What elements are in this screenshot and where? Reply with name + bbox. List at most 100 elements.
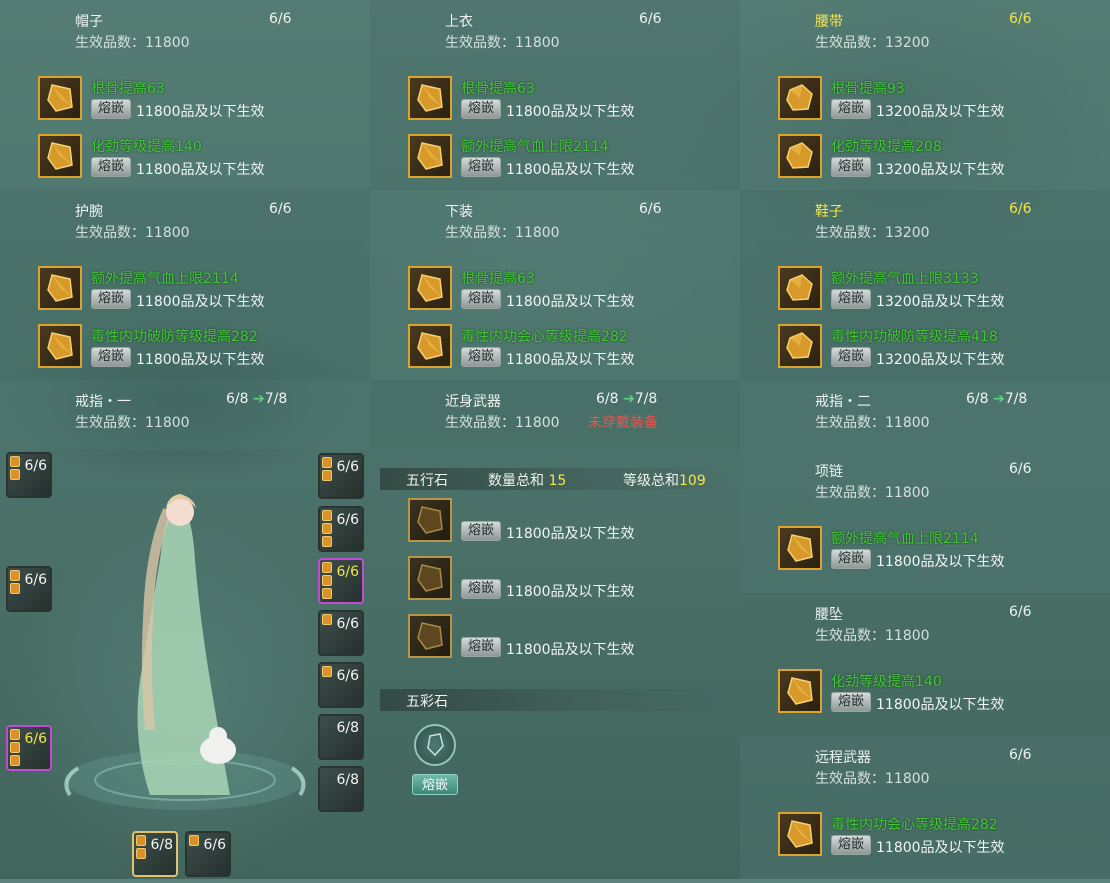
panel-effective-grade: 生效品数：11800 [815,485,930,501]
panel-title: 护腕 [75,204,103,220]
inlay-button[interactable]: 熔嵌 [91,289,131,309]
panel-count: 6/6 [1009,201,1032,217]
equip-slot[interactable]: 6/6 [6,725,52,771]
inlay-button[interactable]: 熔嵌 [91,157,131,177]
panel-title: 近身武器 [445,394,501,410]
gem-icon[interactable] [778,812,822,856]
wuxing-stone-icon[interactable] [408,614,452,658]
inlay-button[interactable]: 熔嵌 [461,637,501,657]
equip-slot[interactable]: 6/8 [318,766,364,812]
inlay-button[interactable]: 熔嵌 [461,289,501,309]
count-current: 6/8 [966,391,989,407]
panel-effective-grade: 生效品数：11800 [445,35,560,51]
gem-row: 毒性内功会心等级提高282 熔嵌 11800品及以下生效 [778,812,1108,862]
equip-panel-belt: 腰带 6/6 生效品数：13200 根骨提高93 熔嵌 13200品及以下生效 … [740,0,1110,190]
inlay-button[interactable]: 熔嵌 [461,99,501,119]
gem-row: 根骨提高63 熔嵌 11800品及以下生效 [38,76,368,126]
arrow-right-icon: ➔ [992,391,1005,407]
equip-slot[interactable]: 6/8 [132,831,178,877]
ring-one-header: 戒指・一 6/8 ➔7/8 生效品数：11800 [0,380,370,450]
gem-pips [322,666,332,679]
panel-title: 帽子 [75,14,103,30]
inlay-button[interactable]: 熔嵌 [831,347,871,367]
gem-effect-text: 11800品及以下生效 [506,352,635,368]
gem-row: 额外提高气血上限2114 熔嵌 11800品及以下生效 [408,134,738,184]
equip-slot[interactable]: 6/6 [318,453,364,499]
gem-icon[interactable] [408,134,452,178]
wucai-inlay-button[interactable]: 熔嵌 [412,774,458,795]
gem-icon[interactable] [778,526,822,570]
gem-row: 额外提高气血上限2114 熔嵌 11800品及以下生效 [38,266,368,316]
gem-name: 毒性内功会心等级提高282 [831,817,998,833]
inlay-button[interactable]: 熔嵌 [831,549,871,569]
equip-slot[interactable]: 6/6 [318,506,364,552]
panel-title: 下装 [445,204,473,220]
inlay-button[interactable]: 熔嵌 [461,157,501,177]
panel-count: 6/6 [1009,604,1032,620]
inlay-button[interactable]: 熔嵌 [91,99,131,119]
gem-pips [189,835,199,848]
inlay-button[interactable]: 熔嵌 [461,521,501,541]
inlay-button[interactable]: 熔嵌 [831,157,871,177]
equip-slot[interactable]: 6/6 [318,558,364,604]
panel-count: 6/6 [1009,11,1032,27]
not-equipped-warning: 未穿戴装备 [588,415,658,431]
panel-effective-grade: 生效品数：11800 [445,225,560,241]
count-next: 7/8 [1004,391,1028,407]
gem-icon[interactable] [778,266,822,310]
equip-slot[interactable]: 6/6 [185,831,231,877]
gem-icon[interactable] [38,134,82,178]
gem-effect-text: 11800品及以下生效 [506,526,635,542]
wucai-socket-icon[interactable] [414,724,456,766]
gem-name: 毒性内功会心等级提高282 [461,329,628,345]
gem-icon[interactable] [778,134,822,178]
gem-pips [322,510,332,549]
equip-slot[interactable]: 6/6 [6,566,52,612]
inlay-button[interactable]: 熔嵌 [831,835,871,855]
gem-icon[interactable] [778,324,822,368]
slot-count: 6/6 [336,459,359,475]
panel-title: 上衣 [445,14,473,30]
inlay-button[interactable]: 熔嵌 [831,99,871,119]
count-next: 7/8 [634,391,658,407]
count-next: 7/8 [264,391,288,407]
wuxing-stone-icon[interactable] [408,556,452,600]
panel-count: 6/6 [639,11,662,27]
equip-slot[interactable]: 6/8 [318,714,364,760]
gem-icon[interactable] [408,324,452,368]
melee-slot-count: 6/8 ➔7/8 [596,391,657,407]
panel-effective-grade: 生效品数：11800 [815,628,930,644]
slot-count: 6/8 [336,772,359,788]
equip-panel-hat: 帽子 6/6 生效品数：11800 根骨提高63 熔嵌 11800品及以下生效 … [0,0,370,190]
gem-effect-text: 11800品及以下生效 [876,554,1005,570]
inlay-button[interactable]: 熔嵌 [831,692,871,712]
inlay-button[interactable]: 熔嵌 [91,347,131,367]
slot-count: 6/6 [24,458,47,474]
inlay-button[interactable]: 熔嵌 [461,579,501,599]
gem-effect-text: 11800品及以下生效 [876,697,1005,713]
gem-pips [10,729,20,768]
panel-effective-grade: 生效品数：13200 [815,35,930,51]
gem-name: 根骨提高93 [831,81,905,97]
gem-name: 额外提高气血上限2114 [461,139,609,155]
gem-icon[interactable] [408,76,452,120]
gem-effect-text: 13200品及以下生效 [876,104,1005,120]
gem-row: 根骨提高63 熔嵌 11800品及以下生效 [408,266,738,316]
panel-title: 戒指・二 [815,394,871,410]
equip-slot[interactable]: 6/6 [318,610,364,656]
gem-effect-text: 11800品及以下生效 [136,352,265,368]
gem-icon[interactable] [38,266,82,310]
slot-count: 6/8 [150,837,173,853]
gem-effect-text: 13200品及以下生效 [876,162,1005,178]
gem-icon[interactable] [38,76,82,120]
wuxing-stone-icon[interactable] [408,498,452,542]
gem-icon[interactable] [778,669,822,713]
gem-icon[interactable] [38,324,82,368]
inlay-button[interactable]: 熔嵌 [461,347,501,367]
wuxing-row: 熔嵌 11800品及以下生效 [408,498,738,548]
inlay-button[interactable]: 熔嵌 [831,289,871,309]
gem-icon[interactable] [408,266,452,310]
equip-slot[interactable]: 6/6 [318,662,364,708]
gem-icon[interactable] [778,76,822,120]
equip-slot[interactable]: 6/6 [6,452,52,498]
